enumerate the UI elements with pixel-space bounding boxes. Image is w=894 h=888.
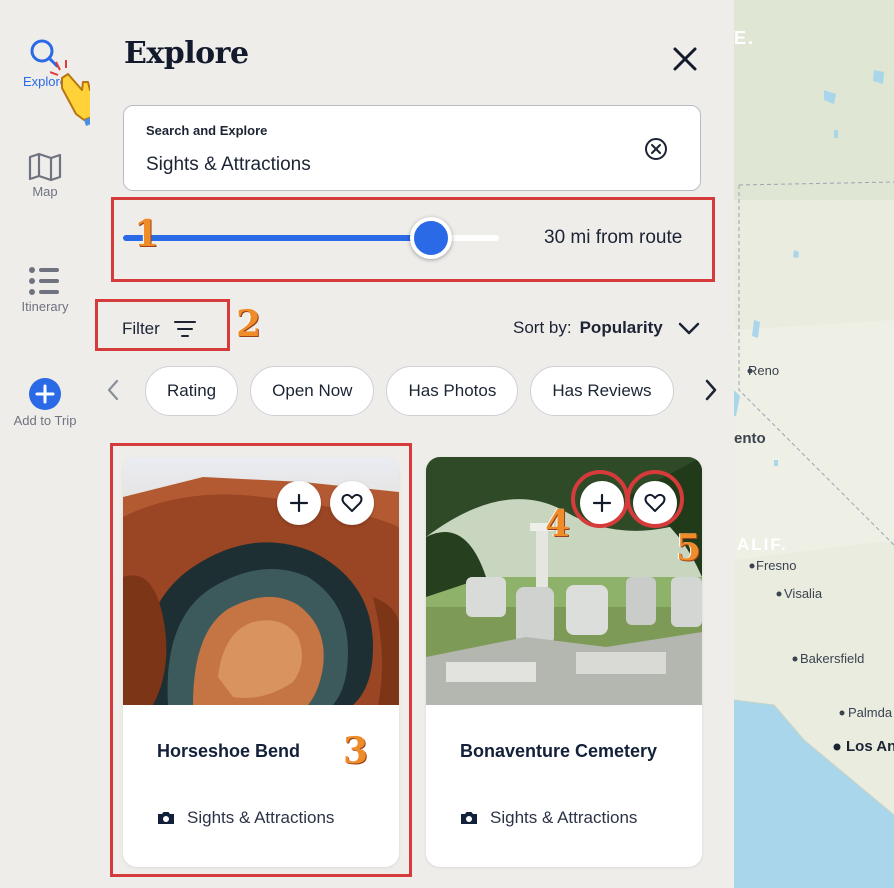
annotation-number-3: 3	[343, 730, 369, 772]
search-field[interactable]: Search and Explore Sights & Attractions	[123, 105, 701, 191]
chip-open-now[interactable]: Open Now	[250, 366, 375, 416]
rail-label-map: Map	[32, 184, 58, 199]
clear-icon[interactable]	[644, 137, 668, 161]
plus-circle-icon	[29, 378, 61, 410]
chip-has-photos[interactable]: Has Photos	[386, 366, 519, 416]
left-rail: Explore Map Itinerary Add to Trip	[0, 0, 101, 888]
rail-item-itinerary[interactable]: Itinerary	[0, 265, 90, 314]
map-icon	[28, 152, 62, 182]
filter-icon	[173, 321, 196, 337]
annotation-circle-4	[571, 470, 629, 528]
annotation-number-4: 4	[545, 503, 571, 545]
chip-rating[interactable]: Rating	[145, 366, 239, 416]
filter-chips: Rating Open Now Has Photos Has Reviews	[145, 366, 685, 418]
slider-fill	[123, 235, 432, 241]
chevron-down-icon	[678, 322, 699, 335]
rail-label-itinerary: Itinerary	[21, 299, 69, 314]
explore-panel: Explore Search and Explore Sights & Attr…	[90, 0, 734, 888]
rail-item-map[interactable]: Map	[0, 152, 90, 199]
annotation-box-3	[110, 443, 412, 877]
slider-thumb[interactable]	[410, 217, 453, 259]
close-icon[interactable]	[670, 44, 700, 74]
chevron-right-icon[interactable]	[700, 376, 722, 404]
card-category-label: Sights & Attractions	[490, 808, 638, 827]
list-icon	[29, 267, 59, 295]
map-view[interactable]: E. Reno ento ALIF. Fresno Visalia Bakers…	[734, 0, 894, 888]
sort-dropdown[interactable]: Sort by: Popularity	[513, 318, 701, 338]
annotation-circle-5	[626, 470, 684, 528]
filter-button[interactable]: Filter	[122, 317, 196, 341]
sort-prefix: Sort by:	[513, 318, 572, 337]
chip-has-reviews[interactable]: Has Reviews	[530, 366, 674, 416]
camera-icon	[461, 812, 477, 824]
map-city-dots	[747, 368, 845, 751]
annotation-number-1: 1	[134, 213, 160, 255]
annotation-number-2: 2	[236, 303, 262, 345]
chevron-left-icon[interactable]	[102, 376, 124, 404]
sort-value: Popularity	[579, 318, 663, 337]
search-value: Sights & Attractions	[146, 154, 311, 175]
card-title: Bonaventure Cemetery	[460, 741, 658, 761]
rail-label-add-to-trip: Add to Trip	[13, 413, 77, 428]
distance-label: 30 mi from route	[544, 227, 683, 248]
filter-label: Filter	[122, 319, 160, 338]
card-category: Sights & Attractions	[460, 808, 637, 828]
annotation-number-5: 5	[676, 527, 702, 569]
panel-title: Explore	[124, 36, 249, 71]
rail-item-add-to-trip[interactable]: Add to Trip	[0, 377, 90, 428]
search-label: Search and Explore	[146, 123, 268, 138]
